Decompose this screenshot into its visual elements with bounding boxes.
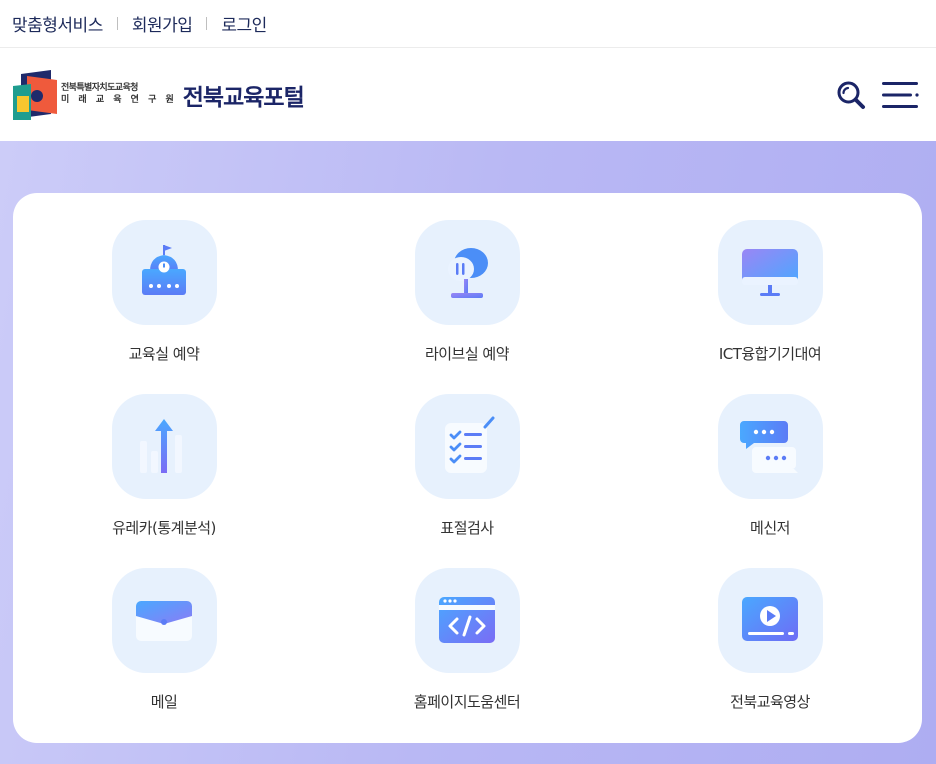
monitor-icon xyxy=(742,248,798,296)
service-icon-box xyxy=(414,568,520,673)
code-window-icon xyxy=(439,596,495,643)
signup-link[interactable]: 회원가입 xyxy=(132,11,193,36)
video-player-icon xyxy=(742,596,798,641)
service-plagiarism-check[interactable]: 표절검사 xyxy=(367,394,567,538)
service-icon-box xyxy=(717,568,823,673)
menu-button[interactable] xyxy=(880,78,920,112)
checklist-icon xyxy=(445,416,495,473)
search-icon xyxy=(837,81,865,109)
hero-section: 교육실 예약 라이브실 예약 ICT융합기기대여 유레카(통계분석) 표절검사 … xyxy=(0,141,936,764)
login-link[interactable]: 로그인 xyxy=(221,11,267,36)
service-label: 전북교육영상 xyxy=(730,693,810,711)
service-label: 표절검사 xyxy=(440,519,494,537)
site-header: 전북특별자치도교육청 미 래 교 육 연 구 원 전북교육포털 xyxy=(0,48,936,141)
service-label: 메신저 xyxy=(750,519,790,537)
service-ict-device-rental[interactable]: ICT융합기기대여 xyxy=(670,220,870,364)
service-icon-box xyxy=(111,394,217,499)
site-title: 전북교육포털 xyxy=(182,84,305,111)
classroom-icon xyxy=(142,244,186,295)
service-messenger[interactable]: 메신저 xyxy=(670,394,870,538)
service-icon-box xyxy=(717,394,823,499)
service-icon-box xyxy=(414,394,520,499)
service-classroom-reservation[interactable]: 교육실 예약 xyxy=(64,220,264,364)
divider xyxy=(116,17,118,30)
org-name-line2: 미 래 교 육 연 구 원 xyxy=(61,95,177,105)
site-logo[interactable]: 전북특별자치도교육청 미 래 교 육 연 구 원 전북교육포털 xyxy=(13,69,305,120)
chat-bubbles-icon xyxy=(740,420,798,473)
service-icon-box xyxy=(111,220,217,325)
service-icon-box xyxy=(717,220,823,325)
search-button[interactable] xyxy=(834,78,868,112)
service-mail[interactable]: 메일 xyxy=(64,568,264,712)
org-name-line1: 전북특별자치도교육청 xyxy=(61,83,138,93)
service-label: ICT융합기기대여 xyxy=(718,345,822,363)
service-label: 홈페이지도움센터 xyxy=(413,693,521,711)
envelope-icon xyxy=(136,600,192,641)
org-name: 전북특별자치도교육청 미 래 교 육 연 구 원 xyxy=(61,83,177,106)
service-label: 메일 xyxy=(150,693,178,711)
custom-service-link[interactable]: 맞춤형서비스 xyxy=(12,11,103,36)
microphone-icon xyxy=(448,247,488,298)
logo-mark-icon xyxy=(13,69,57,120)
service-label: 라이브실 예약 xyxy=(424,345,510,363)
service-live-room-reservation[interactable]: 라이브실 예약 xyxy=(367,220,567,364)
hamburger-menu-icon xyxy=(882,81,919,108)
service-icon-box xyxy=(111,568,217,673)
service-jeonbuk-education-video[interactable]: 전북교육영상 xyxy=(670,568,870,712)
top-utility-bar: 맞춤형서비스 회원가입 로그인 xyxy=(0,0,936,48)
service-eureka-statistics[interactable]: 유레카(통계분석) xyxy=(64,394,264,538)
header-actions xyxy=(834,78,920,112)
service-icon-box xyxy=(414,220,520,325)
divider xyxy=(206,17,208,30)
service-label: 교육실 예약 xyxy=(128,345,200,363)
bar-chart-icon xyxy=(140,418,182,473)
service-label: 유레카(통계분석) xyxy=(112,519,216,537)
service-card: 교육실 예약 라이브실 예약 ICT융합기기대여 유레카(통계분석) 표절검사 … xyxy=(13,193,922,743)
service-homepage-help-center[interactable]: 홈페이지도움센터 xyxy=(367,568,567,712)
